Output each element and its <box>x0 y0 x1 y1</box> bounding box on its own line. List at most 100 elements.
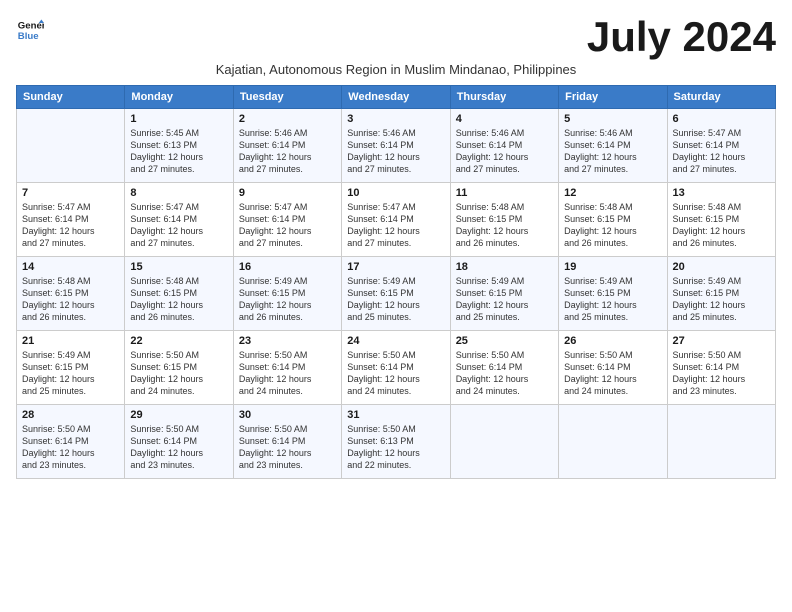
calendar-cell <box>450 405 558 479</box>
day-number: 13 <box>673 187 770 199</box>
day-number: 4 <box>456 113 553 125</box>
subtitle: Kajatian, Autonomous Region in Muslim Mi… <box>16 62 776 77</box>
calendar-cell: 6Sunrise: 5:47 AM Sunset: 6:14 PM Daylig… <box>667 109 775 183</box>
calendar-cell: 27Sunrise: 5:50 AM Sunset: 6:14 PM Dayli… <box>667 331 775 405</box>
day-number: 24 <box>347 335 444 347</box>
calendar-cell: 20 Sunrise: 5:49 AM Sunset: 6:15 PM Dayli… <box>667 257 775 331</box>
day-info: Sunrise: 5:47 AM Sunset: 6:14 PM Dayligh… <box>22 201 119 250</box>
calendar-cell: 7 Sunrise: 5:47 AM Sunset: 6:14 PM Daylig… <box>17 183 125 257</box>
day-info: Sunrise: 5:48 AM Sunset: 6:15 PM Dayligh… <box>673 201 770 250</box>
day-header-friday: Friday <box>559 86 667 109</box>
calendar-cell <box>559 405 667 479</box>
day-number: 6 <box>673 113 770 125</box>
calendar-cell: 19 Sunrise: 5:49 AM Sunset: 6:15 PM Dayli… <box>559 257 667 331</box>
day-number: 15 <box>130 261 227 273</box>
day-info: Sunrise: 5:50 AM Sunset: 6:14 PM Dayligh… <box>130 423 227 472</box>
calendar-cell: 1 Sunrise: 5:45 AM Sunset: 6:13 PM Daylig… <box>125 109 233 183</box>
day-number: 7 <box>22 187 119 199</box>
day-number: 1 <box>130 113 227 125</box>
day-info: Sunrise: 5:47 AM Sunset: 6:14 PM Dayligh… <box>130 201 227 250</box>
day-info: Sunrise: 5:50 AM Sunset: 6:15 PM Dayligh… <box>130 349 227 398</box>
day-number: 17 <box>347 261 444 273</box>
calendar-cell: 28Sunrise: 5:50 AM Sunset: 6:14 PM Dayli… <box>17 405 125 479</box>
day-header-tuesday: Tuesday <box>233 86 341 109</box>
day-info: Sunrise: 5:47 AM Sunset: 6:14 PM Dayligh… <box>239 201 336 250</box>
week-row-3: 14 Sunrise: 5:48 AM Sunset: 6:15 PM Dayli… <box>17 257 776 331</box>
day-info: Sunrise: 5:50 AM Sunset: 6:14 PM Dayligh… <box>239 349 336 398</box>
calendar-cell: 8 Sunrise: 5:47 AM Sunset: 6:14 PM Daylig… <box>125 183 233 257</box>
calendar-cell: 29 Sunrise: 5:50 AM Sunset: 6:14 PM Dayli… <box>125 405 233 479</box>
days-header: SundayMondayTuesdayWednesdayThursdayFrid… <box>17 86 776 109</box>
day-info: Sunrise: 5:50 AM Sunset: 6:14 PM Dayligh… <box>564 349 661 398</box>
day-number: 2 <box>239 113 336 125</box>
calendar-cell: 10 Sunrise: 5:47 AM Sunset: 6:14 PM Dayli… <box>342 183 450 257</box>
day-info: Sunrise: 5:50 AM Sunset: 6:14 PM Dayligh… <box>239 423 336 472</box>
day-number: 3 <box>347 113 444 125</box>
logo-icon: General Blue <box>16 16 44 44</box>
day-info: Sunrise: 5:50 AM Sunset: 6:13 PM Dayligh… <box>347 423 444 472</box>
calendar-cell: 4 Sunrise: 5:46 AM Sunset: 6:14 PM Daylig… <box>450 109 558 183</box>
calendar-cell: 3Sunrise: 5:46 AM Sunset: 6:14 PM Daylig… <box>342 109 450 183</box>
day-number: 28 <box>22 409 119 421</box>
calendar-cell: 12 Sunrise: 5:48 AM Sunset: 6:15 PM Dayli… <box>559 183 667 257</box>
day-number: 11 <box>456 187 553 199</box>
day-info: Sunrise: 5:50 AM Sunset: 6:14 PM Dayligh… <box>456 349 553 398</box>
calendar-cell: 21 Sunrise: 5:49 AM Sunset: 6:15 PM Dayli… <box>17 331 125 405</box>
day-header-sunday: Sunday <box>17 86 125 109</box>
day-number: 10 <box>347 187 444 199</box>
calendar-cell: 26 Sunrise: 5:50 AM Sunset: 6:14 PM Dayli… <box>559 331 667 405</box>
calendar-cell: 9 Sunrise: 5:47 AM Sunset: 6:14 PM Daylig… <box>233 183 341 257</box>
day-number: 26 <box>564 335 661 347</box>
day-info: Sunrise: 5:45 AM Sunset: 6:13 PM Dayligh… <box>130 127 227 176</box>
day-header-saturday: Saturday <box>667 86 775 109</box>
calendar-cell <box>667 405 775 479</box>
day-header-thursday: Thursday <box>450 86 558 109</box>
calendar-cell: 2 Sunrise: 5:46 AM Sunset: 6:14 PM Daylig… <box>233 109 341 183</box>
day-info: Sunrise: 5:49 AM Sunset: 6:15 PM Dayligh… <box>673 275 770 324</box>
day-number: 8 <box>130 187 227 199</box>
day-number: 29 <box>130 409 227 421</box>
calendar-cell: 31 Sunrise: 5:50 AM Sunset: 6:13 PM Dayli… <box>342 405 450 479</box>
logo: General Blue <box>16 16 44 44</box>
calendar-cell: 15 Sunrise: 5:48 AM Sunset: 6:15 PM Dayli… <box>125 257 233 331</box>
day-header-monday: Monday <box>125 86 233 109</box>
day-info: Sunrise: 5:46 AM Sunset: 6:14 PM Dayligh… <box>239 127 336 176</box>
svg-text:Blue: Blue <box>18 31 39 42</box>
day-info: Sunrise: 5:47 AM Sunset: 6:14 PM Dayligh… <box>347 201 444 250</box>
day-number: 16 <box>239 261 336 273</box>
calendar-cell: 30Sunrise: 5:50 AM Sunset: 6:14 PM Dayli… <box>233 405 341 479</box>
day-info: Sunrise: 5:48 AM Sunset: 6:15 PM Dayligh… <box>130 275 227 324</box>
day-number: 22 <box>130 335 227 347</box>
day-info: Sunrise: 5:48 AM Sunset: 6:15 PM Dayligh… <box>564 201 661 250</box>
day-number: 9 <box>239 187 336 199</box>
day-number: 14 <box>22 261 119 273</box>
calendar-cell: 17 Sunrise: 5:49 AM Sunset: 6:15 PM Dayli… <box>342 257 450 331</box>
day-info: Sunrise: 5:48 AM Sunset: 6:15 PM Dayligh… <box>456 201 553 250</box>
day-info: Sunrise: 5:49 AM Sunset: 6:15 PM Dayligh… <box>239 275 336 324</box>
calendar-body: 1 Sunrise: 5:45 AM Sunset: 6:13 PM Daylig… <box>17 109 776 479</box>
day-info: Sunrise: 5:50 AM Sunset: 6:14 PM Dayligh… <box>347 349 444 398</box>
day-info: Sunrise: 5:49 AM Sunset: 6:15 PM Dayligh… <box>347 275 444 324</box>
calendar-cell: 22 Sunrise: 5:50 AM Sunset: 6:15 PM Dayli… <box>125 331 233 405</box>
day-number: 19 <box>564 261 661 273</box>
calendar-cell: 5Sunrise: 5:46 AM Sunset: 6:14 PM Daylig… <box>559 109 667 183</box>
day-info: Sunrise: 5:49 AM Sunset: 6:15 PM Dayligh… <box>564 275 661 324</box>
day-info: Sunrise: 5:49 AM Sunset: 6:15 PM Dayligh… <box>456 275 553 324</box>
calendar-cell: 11 Sunrise: 5:48 AM Sunset: 6:15 PM Dayli… <box>450 183 558 257</box>
day-info: Sunrise: 5:49 AM Sunset: 6:15 PM Dayligh… <box>22 349 119 398</box>
calendar-table: SundayMondayTuesdayWednesdayThursdayFrid… <box>16 85 776 479</box>
calendar-cell: 23Sunrise: 5:50 AM Sunset: 6:14 PM Dayli… <box>233 331 341 405</box>
day-number: 25 <box>456 335 553 347</box>
week-row-1: 1 Sunrise: 5:45 AM Sunset: 6:13 PM Daylig… <box>17 109 776 183</box>
week-row-4: 21 Sunrise: 5:49 AM Sunset: 6:15 PM Dayli… <box>17 331 776 405</box>
header: General Blue July 2024 <box>16 16 776 58</box>
day-number: 20 <box>673 261 770 273</box>
day-header-wednesday: Wednesday <box>342 86 450 109</box>
day-number: 21 <box>22 335 119 347</box>
calendar-cell: 25 Sunrise: 5:50 AM Sunset: 6:14 PM Dayli… <box>450 331 558 405</box>
day-number: 12 <box>564 187 661 199</box>
day-number: 31 <box>347 409 444 421</box>
calendar-cell: 14Sunrise: 5:48 AM Sunset: 6:15 PM Dayli… <box>17 257 125 331</box>
day-number: 27 <box>673 335 770 347</box>
day-info: Sunrise: 5:46 AM Sunset: 6:14 PM Dayligh… <box>456 127 553 176</box>
